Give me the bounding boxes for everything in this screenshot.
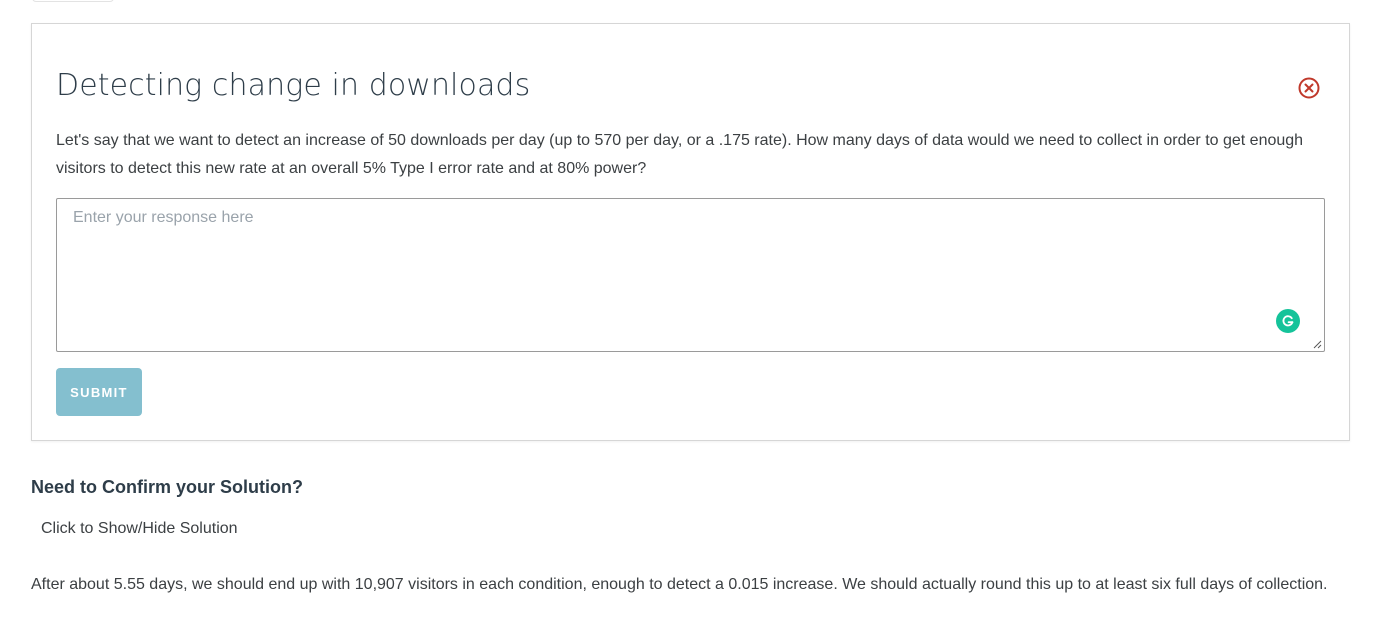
solution-text: After about 5.55 days, we should end up …	[31, 576, 1328, 593]
quiz-prompt: Let's say that we want to detect an incr…	[56, 132, 1304, 177]
close-icon[interactable]	[1298, 77, 1320, 99]
previous-section-stub	[32, 0, 114, 2]
response-field-container	[56, 198, 1325, 352]
resize-handle-icon[interactable]	[1312, 339, 1322, 349]
response-textarea[interactable]	[57, 199, 1324, 351]
submit-button[interactable]: SUBMIT	[56, 368, 142, 416]
confirm-solution-heading: Need to Confirm your Solution?	[31, 477, 303, 497]
show-hide-solution-toggle[interactable]: Click to Show/Hide Solution	[41, 520, 238, 538]
quiz-title: Detecting change in downloads	[56, 68, 531, 103]
grammarly-icon[interactable]	[1276, 309, 1300, 333]
quiz-card: Detecting change in downloads Let's say …	[31, 23, 1350, 441]
